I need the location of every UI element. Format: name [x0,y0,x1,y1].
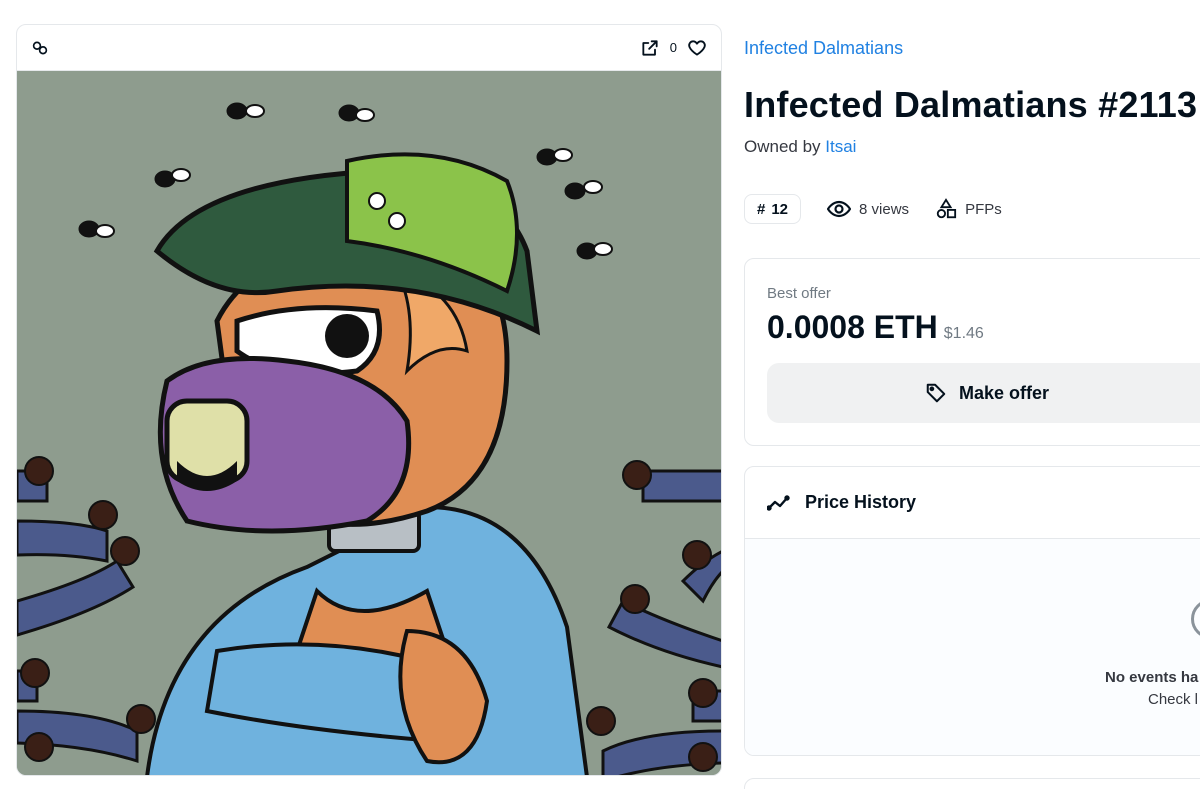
item-meta-row: # 12 8 views PFPs [744,194,1002,224]
empty-state-icon [1191,599,1200,639]
owned-by-label: Owned by [744,137,821,156]
shapes-icon [935,198,957,220]
best-offer-usd: $1.46 [943,325,984,342]
make-offer-button[interactable]: Make offer [767,363,1200,423]
external-link-icon[interactable] [640,38,660,58]
no-events-subtitle: Check l [1148,691,1199,708]
price-history-header[interactable]: Price History [745,467,1200,539]
nft-artwork-image[interactable] [17,71,721,775]
best-offer-label: Best offer [767,285,831,302]
make-offer-label: Make offer [959,382,1050,403]
best-offer-eth: 0.0008 ETH [767,309,938,345]
price-history-empty-state: No events ha Check l [745,539,1200,755]
tag-icon [925,382,947,404]
category-pfps[interactable]: PFPs [935,198,1002,220]
item-details-column: Infected Dalmatians Infected Dalmatians … [744,0,1200,789]
views-count: 8 views [827,200,909,218]
rarity-rank-value: 12 [771,200,789,218]
owner-line: Owned by Itsai [744,137,856,157]
heart-icon[interactable] [687,38,707,58]
owner-link[interactable]: Itsai [825,137,856,156]
price-history-card: Price History No events ha Check l [744,466,1200,756]
category-label: PFPs [965,200,1002,218]
next-section-card [744,778,1200,789]
views-label: 8 views [859,200,910,218]
price-history-title: Price History [805,492,917,512]
nft-media-card: 0 [16,24,722,776]
rarity-rank-chip[interactable]: # 12 [744,194,802,224]
eye-icon [827,200,852,218]
no-events-title: No events ha [1105,669,1199,686]
best-offer-card: Best offer 0.0008 ETH $1.46 Make offer [744,258,1200,446]
trend-line-icon [767,494,793,512]
media-card-header: 0 [17,25,721,71]
best-offer-price: 0.0008 ETH $1.46 [767,309,984,346]
favorite-count: 0 [669,40,677,55]
nft-item-page: 0 Infected Dalmatians Infected Dalmatian… [0,0,1200,789]
chain-link-icon[interactable] [31,39,49,57]
media-header-actions: 0 [640,38,707,58]
nft-title: Infected Dalmatians #2113 [744,84,1198,125]
hash-icon: # [757,200,766,218]
collection-link[interactable]: Infected Dalmatians [744,38,903,59]
